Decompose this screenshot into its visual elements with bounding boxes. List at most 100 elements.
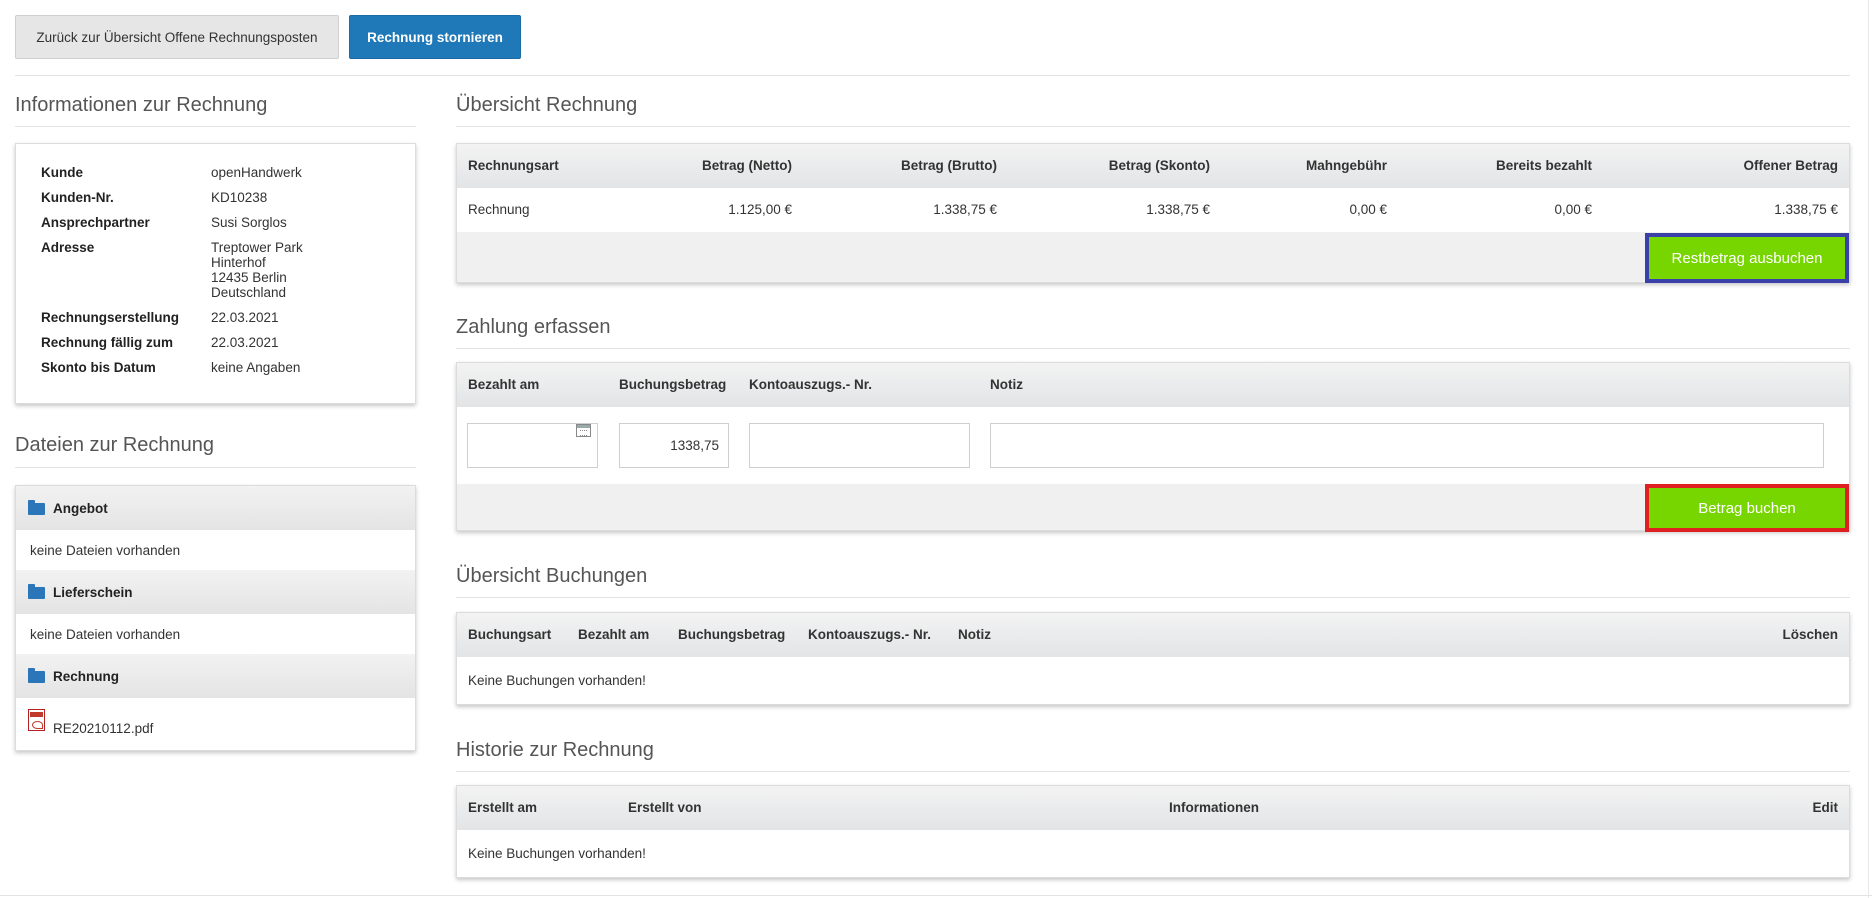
address-line: Treptower Park (211, 240, 303, 255)
folder-icon (28, 583, 45, 599)
invoice-page: Zurück zur Übersicht Offene Rechnungspos… (0, 0, 1872, 898)
file-group-name: Lieferschein (53, 584, 133, 600)
table-row: Keine Buchungen vorhanden! (457, 830, 1849, 877)
cell-paid: 0,00 € (1554, 202, 1592, 217)
info-label: Kunden-Nr. (41, 190, 114, 205)
info-label: Kunde (41, 165, 83, 180)
folder-icon (28, 667, 45, 683)
info-row-address: Adresse Treptower Park Hinterhof 12435 B… (41, 240, 303, 300)
cell-dunning-fee: 0,00 € (1349, 202, 1387, 217)
address-line: Deutschland (211, 285, 287, 300)
file-group-body: keine Dateien vorhanden (16, 614, 415, 654)
payment-title: Zahlung erfassen (456, 316, 1850, 349)
statement-number-field[interactable] (749, 423, 970, 468)
cell-invoice-type: Rechnung (468, 202, 530, 217)
divider (0, 895, 1872, 896)
info-value: keine Angaben (211, 360, 301, 375)
book-remaining-amount-button[interactable]: Restbetrag ausbuchen (1645, 233, 1849, 283)
table-header: Buchungsart Bezahlt am Buchungsbetrag Ko… (457, 613, 1849, 657)
pdf-file-icon[interactable] (28, 709, 45, 731)
table-header: Bezahlt am Buchungsbetrag Kontoauszugs.-… (457, 363, 1849, 407)
paid-on-date-field[interactable] (467, 423, 598, 468)
col-invoice-type: Rechnungsart (468, 158, 559, 173)
file-group-header-angebot[interactable]: Angebot (16, 486, 415, 530)
invoice-info-panel: Kunde openHandwerk Kunden-Nr. KD10238 An… (15, 143, 416, 404)
empty-message: Keine Buchungen vorhanden! (468, 846, 646, 861)
info-row-customer: Kunde openHandwerk (41, 165, 303, 180)
info-row-customer-number: Kunden-Nr. KD10238 (41, 190, 303, 205)
table-header: Rechnungsart Betrag (Netto) Betrag (Brut… (457, 144, 1849, 188)
col-paid: Bereits bezahlt (1495, 158, 1592, 173)
col-statement-no: Kontoauszugs.- Nr. (808, 627, 932, 642)
col-open: Offener Betrag (1743, 158, 1838, 173)
info-value: 22.03.2021 (211, 310, 279, 325)
cell-open: 1.338,75 € (1774, 202, 1838, 217)
overview-table: Rechnungsart Betrag (Netto) Betrag (Brut… (456, 143, 1850, 283)
folder-icon (28, 499, 45, 515)
files-panel: Angebot keine Dateien vorhanden Liefersc… (15, 485, 416, 751)
address-value: Treptower Park Hinterhof 12435 Berlin De… (211, 240, 303, 300)
note-field[interactable] (990, 423, 1824, 468)
col-amount: Buchungsbetrag (678, 627, 786, 642)
empty-message: Keine Buchungen vorhanden! (468, 673, 646, 688)
book-amount-button[interactable]: Betrag buchen (1645, 484, 1849, 532)
col-delete: Löschen (1782, 627, 1838, 642)
info-label: Skonto bis Datum (41, 360, 156, 375)
payment-form: Bezahlt am Buchungsbetrag Kontoauszugs.-… (456, 362, 1850, 532)
bookings-table: Buchungsart Bezahlt am Buchungsbetrag Ko… (456, 612, 1850, 705)
file-group-header-rechnung[interactable]: Rechnung (16, 654, 415, 698)
history-table: Erstellt am Erstellt von Informationen E… (456, 785, 1850, 878)
file-group-body: keine Dateien vorhanden (16, 530, 415, 570)
calendar-icon[interactable] (576, 424, 591, 437)
info-row-due: Rechnung fällig zum 22.03.2021 (41, 335, 303, 350)
cell-net: 1.125,00 € (728, 202, 792, 217)
file-group-name: Angebot (53, 500, 108, 516)
file-link[interactable]: RE20210112.pdf (53, 721, 153, 736)
table-row: Keine Buchungen vorhanden! (457, 657, 1849, 704)
col-note: Notiz (958, 627, 991, 642)
table-row: Rechnung 1.125,00 € 1.338,75 € 1.338,75 … (457, 188, 1849, 232)
col-booking-type: Buchungsart (468, 627, 552, 642)
info-label: Adresse (41, 240, 95, 255)
col-discount: Betrag (Skonto) (1108, 158, 1210, 173)
invoice-info-title: Informationen zur Rechnung (15, 94, 416, 127)
file-group-name: Rechnung (53, 668, 119, 684)
form-footer: Betrag buchen (457, 484, 1849, 532)
invoice-info-list: Kunde openHandwerk Kunden-Nr. KD10238 An… (41, 165, 303, 385)
back-to-open-items-button[interactable]: Zurück zur Übersicht Offene Rechnungspos… (15, 15, 339, 59)
info-value: openHandwerk (211, 165, 302, 180)
info-label: Ansprechpartner (41, 215, 150, 230)
cell-gross: 1.338,75 € (933, 202, 997, 217)
col-amount: Buchungsbetrag (619, 377, 727, 392)
col-note: Notiz (990, 377, 1023, 392)
file-group-header-lieferschein[interactable]: Lieferschein (16, 570, 415, 614)
table-footer: Restbetrag ausbuchen (457, 232, 1849, 283)
col-net: Betrag (Netto) (702, 158, 792, 173)
file-list: RE20210112.pdf (16, 698, 415, 750)
form-row: 1338,75 (457, 407, 1849, 484)
col-dunning-fee: Mahngebühr (1306, 158, 1387, 173)
col-created-on: Erstellt am (468, 800, 538, 815)
col-statement-no: Kontoauszugs.- Nr. (749, 377, 873, 392)
history-title: Historie zur Rechnung (456, 739, 1850, 772)
booking-amount-field[interactable]: 1338,75 (619, 423, 729, 468)
col-information: Informationen (1169, 800, 1259, 815)
address-line: 12435 Berlin (211, 270, 287, 285)
divider (15, 75, 1850, 76)
col-created-by: Erstellt von (628, 800, 702, 815)
info-value: Susi Sorglos (211, 215, 287, 230)
info-value: 22.03.2021 (211, 335, 279, 350)
info-row-discount-date: Skonto bis Datum keine Angaben (41, 360, 303, 375)
scrollbar-edge (1868, 0, 1869, 898)
col-paid-on: Bezahlt am (578, 627, 650, 642)
info-label: Rechnungserstellung (41, 310, 180, 325)
col-gross: Betrag (Brutto) (901, 158, 997, 173)
table-header: Erstellt am Erstellt von Informationen E… (457, 786, 1849, 830)
cell-discount: 1.338,75 € (1146, 202, 1210, 217)
info-row-created: Rechnungserstellung 22.03.2021 (41, 310, 303, 325)
cancel-invoice-button[interactable]: Rechnung stornieren (349, 15, 521, 59)
info-value: KD10238 (211, 190, 268, 205)
address-line: Hinterhof (211, 255, 266, 270)
files-title: Dateien zur Rechnung (15, 434, 416, 468)
col-paid-on: Bezahlt am (468, 377, 540, 392)
